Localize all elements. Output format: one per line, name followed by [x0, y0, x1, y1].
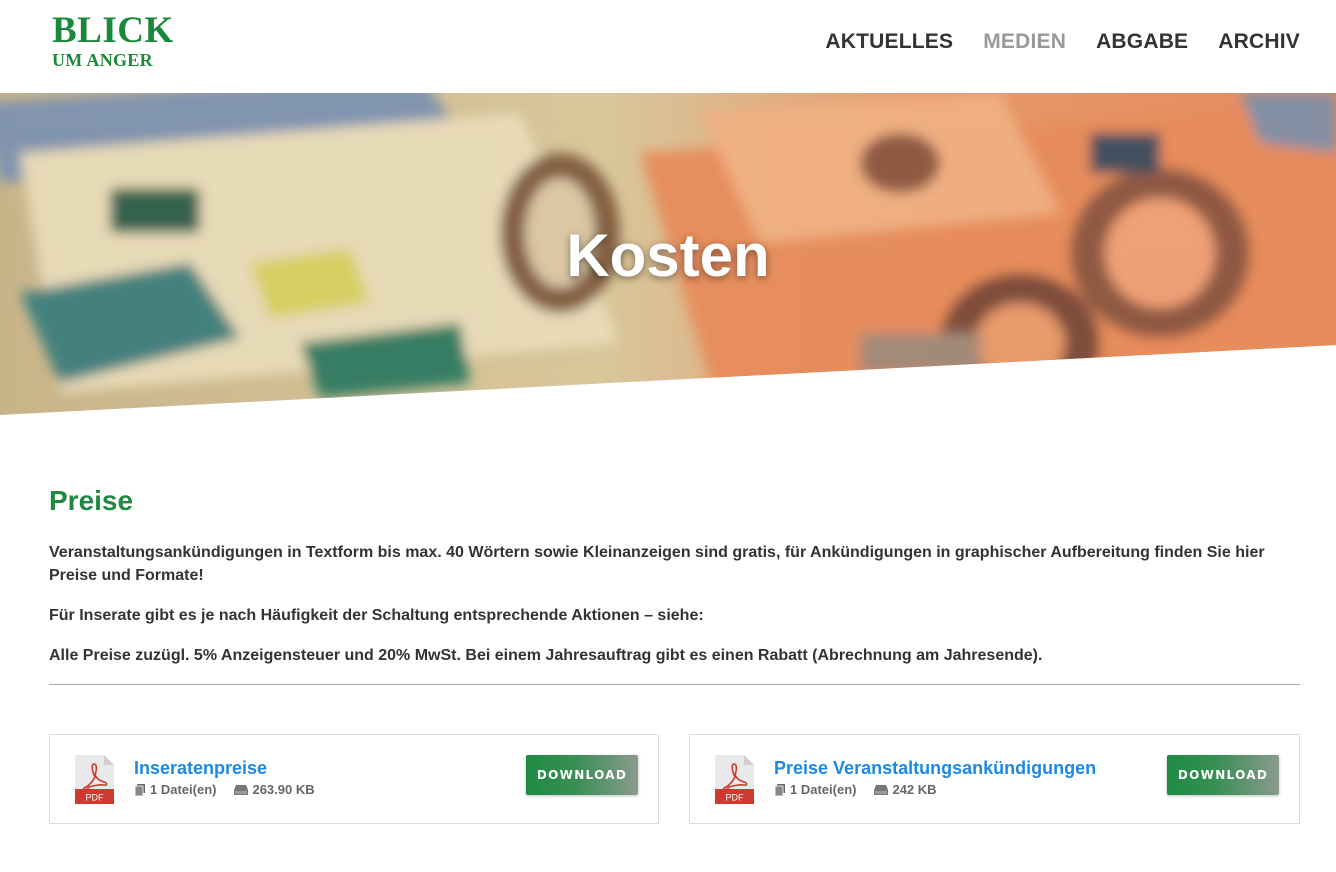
download-title-link[interactable]: Inseratenpreise — [134, 758, 267, 779]
download-card: PDF Preise Veranstaltungsankündigungen 1… — [689, 734, 1300, 824]
file-size: 242 KB — [892, 782, 937, 797]
main-nav: AKTUELLES MEDIEN ABGABE ARCHIV — [825, 30, 1300, 54]
file-count: 1 Datei(en) — [790, 782, 857, 797]
logo-line-2: UM ANGER — [52, 50, 153, 70]
intro-paragraph: Veranstaltungsankündigungen in Textform … — [49, 544, 1265, 584]
download-meta: 1 Datei(en) 242 KB — [774, 782, 937, 797]
file-count: 1 Datei(en) — [150, 782, 217, 797]
hero-banner: Kosten — [0, 93, 1336, 415]
site-header: BLICK UM ANGER AKTUELLES MEDIEN ABGABE A… — [0, 0, 1336, 93]
hard-drive-icon — [874, 784, 889, 795]
section-title: Preise — [49, 485, 134, 516]
pdf-icon-label: PDF — [726, 793, 745, 803]
nav-item-medien[interactable]: MEDIEN — [983, 30, 1066, 54]
file-size: 263.90 KB — [252, 782, 315, 797]
pdf-icon-label: PDF — [86, 793, 105, 803]
nav-item-archiv[interactable]: ARCHIV — [1218, 30, 1300, 54]
nav-item-abgabe[interactable]: ABGABE — [1096, 30, 1188, 54]
nav-item-aktuelles[interactable]: AKTUELLES — [825, 30, 953, 54]
promo-paragraph: Für Inserate gibt es je nach Häufigkeit … — [49, 607, 704, 624]
divider — [49, 684, 1300, 685]
hard-drive-icon — [234, 784, 249, 795]
files-icon — [134, 783, 145, 796]
site-logo[interactable]: BLICK UM ANGER — [52, 12, 174, 69]
download-title-link[interactable]: Preise Veranstaltungsankündigungen — [774, 758, 1096, 779]
files-icon — [774, 783, 785, 796]
download-card: PDF Inseratenpreise 1 Datei(en) 263.90 K… — [49, 734, 659, 824]
main-content: Preise Veranstaltungsankündigungen in Te… — [49, 485, 1300, 684]
download-meta: 1 Datei(en) 263.90 KB — [134, 782, 315, 797]
page-title: Kosten — [566, 222, 770, 289]
pdf-file-icon: PDF — [715, 755, 754, 804]
pdf-file-icon: PDF — [75, 755, 114, 804]
tax-paragraph: Alle Preise zuzügl. 5% Anzeigensteuer un… — [49, 647, 1043, 664]
download-button[interactable]: DOWNLOAD — [1167, 755, 1279, 795]
download-button[interactable]: DOWNLOAD — [526, 755, 638, 795]
logo-line-1: BLICK — [52, 10, 174, 51]
